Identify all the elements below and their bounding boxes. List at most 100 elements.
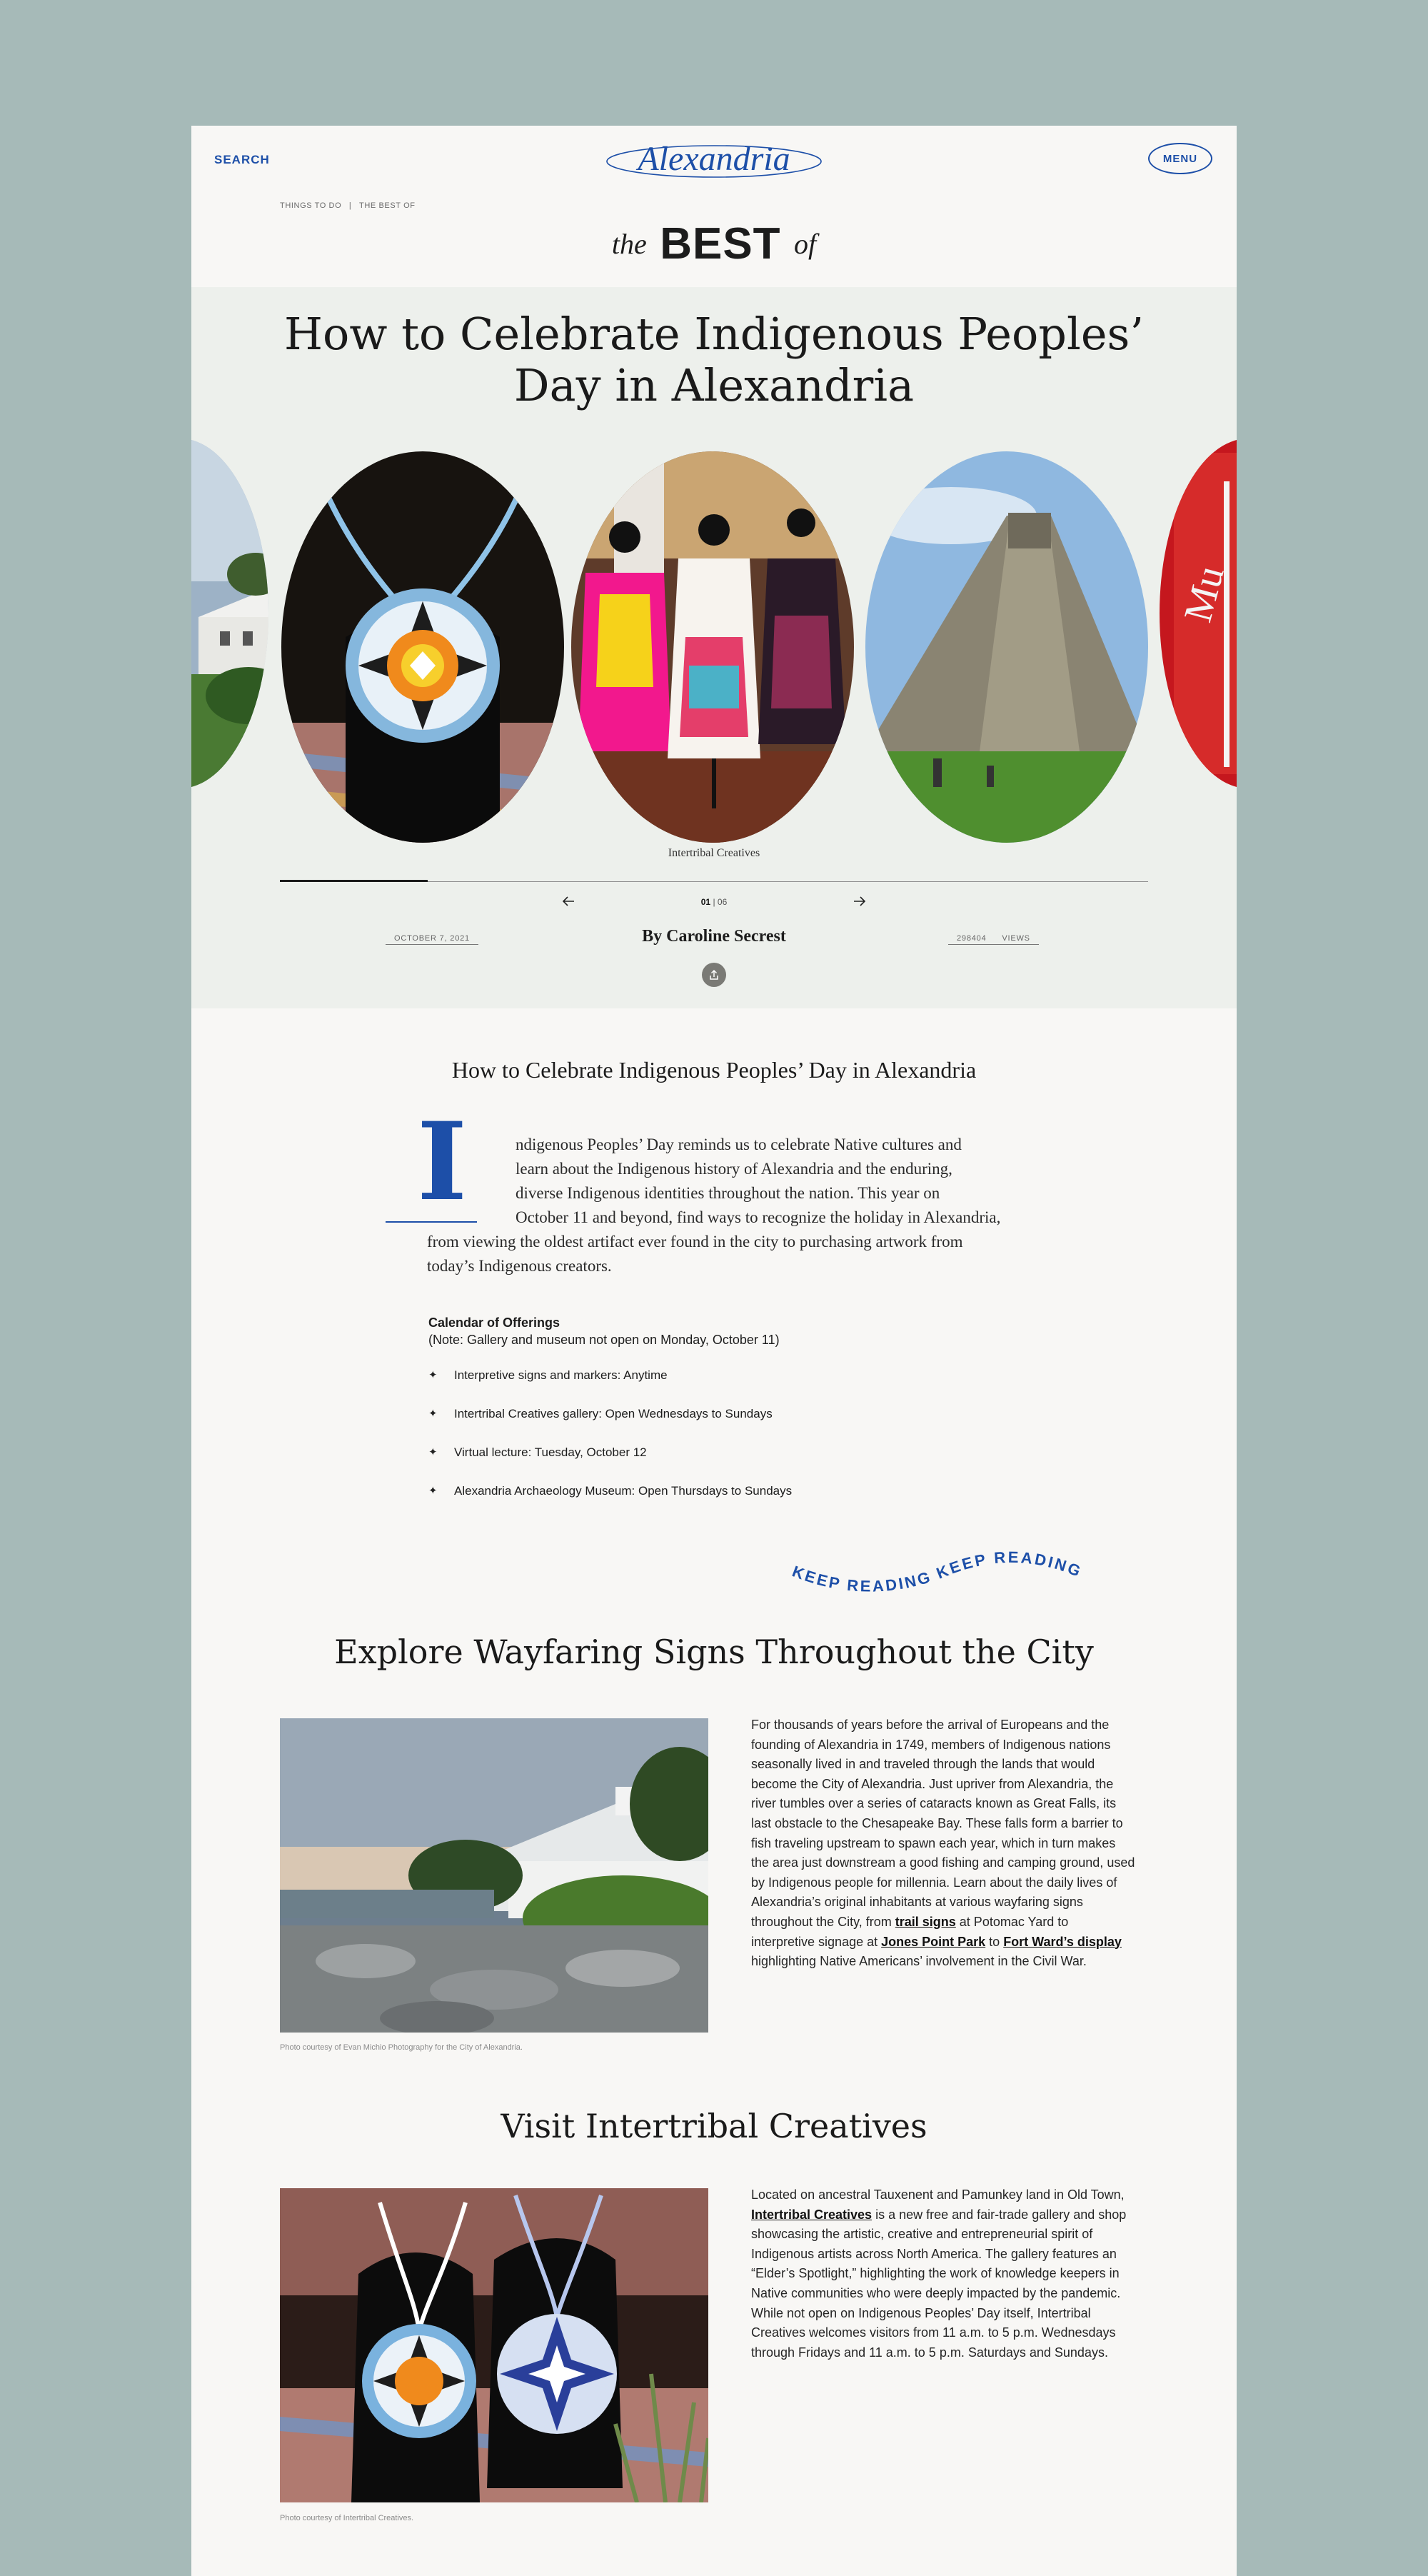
body-line: seasonally lived in and traveled through… bbox=[751, 1757, 1095, 1772]
body-line: highlighting Native Americans’ involveme… bbox=[751, 1954, 1087, 1969]
link-trail-signs[interactable]: trail signs bbox=[895, 1915, 956, 1929]
hero-section: How to Celebrate Indigenous Peoples’ Day… bbox=[191, 287, 1237, 1008]
search-link[interactable]: SEARCH bbox=[214, 153, 270, 167]
body-line: Indigenous artists across North America.… bbox=[751, 2246, 1117, 2261]
carousel-slide-lighthouse[interactable] bbox=[191, 438, 268, 788]
body-line: fish traveling upstream to spawn each ye… bbox=[751, 1835, 1116, 1850]
four-point-star-icon: ✦ bbox=[428, 1408, 438, 1420]
pager-current: 01 bbox=[700, 897, 711, 907]
offering-text: Virtual lecture: Tuesday, October 12 bbox=[454, 1445, 647, 1459]
carousel-slide-pyramid[interactable] bbox=[865, 451, 1148, 843]
author-byline: By Caroline Secrest bbox=[642, 927, 786, 946]
best-of-main: BEST bbox=[660, 219, 781, 269]
hero-title: How to Celebrate Indigenous Peoples’ Day… bbox=[277, 309, 1151, 411]
drop-cap: I bbox=[417, 1099, 468, 1225]
intro-line: learn about the Indigenous history of Al… bbox=[516, 1160, 952, 1178]
four-point-star-icon: ✦ bbox=[428, 1485, 438, 1497]
intro-line: from viewing the oldest artifact ever fo… bbox=[427, 1233, 963, 1251]
body-line: Located on ancestral Tauxenent and Pamun… bbox=[751, 2187, 1125, 2202]
body-line: For thousands of years before the arriva… bbox=[751, 1718, 1110, 1732]
best-of-post: of bbox=[794, 228, 817, 260]
section-body-wayfaring: For thousands of years before the arriva… bbox=[751, 1715, 1151, 1972]
hero-title-line: How to Celebrate Indigenous Peoples’ bbox=[283, 308, 1145, 360]
link-fort-ward-display[interactable]: Fort Ward’s display bbox=[1003, 1935, 1122, 1949]
offerings-list: ✦ Interpretive signs and markers: Anytime… bbox=[428, 1368, 792, 1523]
share-icon bbox=[710, 969, 718, 980]
keep-reading-text: KEEP READING KEEP READING bbox=[791, 1548, 1083, 1595]
body-line: founding of Alexandria in 1749, members … bbox=[751, 1737, 1111, 1752]
intro-line: diverse Indigenous identities throughout… bbox=[516, 1184, 940, 1202]
body-text: interpretive signage at bbox=[751, 1934, 882, 1949]
arrow-left-icon[interactable] bbox=[561, 894, 575, 908]
section-title-intertribal: Visit Intertribal Creatives bbox=[501, 2107, 927, 2145]
share-button[interactable] bbox=[702, 963, 726, 987]
carousel-caption: Intertribal Creatives bbox=[668, 847, 760, 859]
calendar-note: (Note: Gallery and museum not open on Mo… bbox=[428, 1333, 780, 1347]
body-line: river tumbles over a series of cataracts… bbox=[751, 1796, 1117, 1811]
drop-cap-underline bbox=[386, 1221, 477, 1223]
pager-total: 06 bbox=[717, 897, 728, 907]
breadcrumb: THINGS TO DO | THE BEST OF bbox=[280, 201, 416, 210]
intro-line: today’s Indigenous creators. bbox=[427, 1257, 612, 1275]
carousel-slide-necklace[interactable] bbox=[281, 451, 564, 843]
list-item: ✦ Interpretive signs and markers: Anytime bbox=[428, 1368, 792, 1407]
carousel-slide-intertribal-creatives[interactable] bbox=[571, 451, 854, 843]
offering-text: Interpretive signs and markers: Anytime bbox=[454, 1368, 668, 1382]
link-intertribal-creatives[interactable]: Intertribal Creatives bbox=[751, 2207, 872, 2222]
body-line: Alexandria’s original inhabitants at var… bbox=[751, 1895, 1083, 1910]
photo-jones-point-lighthouse bbox=[280, 1718, 708, 2033]
body-text: is a new free and fair-trade gallery and… bbox=[872, 2207, 1127, 2222]
intro-line: October 11 and beyond, find ways to reco… bbox=[516, 1208, 1001, 1226]
intro-line: ndigenous Peoples’ Day reminds us to cel… bbox=[516, 1136, 962, 1153]
body-line: interpretive signage at Jones Point Park… bbox=[751, 1933, 1151, 1953]
photo-intertribal-necklaces bbox=[280, 2188, 708, 2502]
page-container: SEARCH Alexandria MENU THINGS TO DO | TH… bbox=[191, 126, 1237, 2576]
body-line: throughout the City, from trail signs at… bbox=[751, 1913, 1151, 1933]
svg-text:Alexandria: Alexandria bbox=[635, 140, 790, 178]
photo-caption: Photo courtesy of Intertribal Creatives. bbox=[280, 2514, 414, 2522]
view-count-number: 298404 bbox=[957, 934, 987, 943]
pager-separator: | bbox=[713, 897, 715, 907]
best-of-pre: the bbox=[611, 228, 647, 260]
breadcrumb-best-of[interactable]: THE BEST OF bbox=[359, 201, 416, 210]
list-item: ✦ Virtual lecture: Tuesday, October 12 bbox=[428, 1445, 792, 1484]
section-title-wayfaring: Explore Wayfaring Signs Throughout the C… bbox=[334, 1633, 1094, 1671]
body-line: Creatives welcomes visitors from 11 a.m.… bbox=[751, 2325, 1116, 2340]
view-count: 298404 VIEWS bbox=[948, 934, 1039, 945]
alexandria-logo[interactable]: Alexandria bbox=[598, 130, 830, 190]
body-line: showcasing the artistic, creative and en… bbox=[751, 2227, 1093, 2242]
offering-text: Intertribal Creatives gallery: Open Wedn… bbox=[454, 1407, 773, 1420]
section-body-intertribal: Located on ancestral Tauxenent and Pamun… bbox=[751, 2185, 1151, 2362]
body-text: to bbox=[985, 1934, 1004, 1949]
body-line: Native communities who were deeply impac… bbox=[751, 2285, 1121, 2300]
breadcrumb-things-to-do[interactable]: THINGS TO DO bbox=[280, 201, 341, 210]
keep-reading-link[interactable]: KEEP READING KEEP READING bbox=[791, 1547, 1105, 1618]
best-of-heading: the BEST of bbox=[191, 219, 1237, 269]
menu-button[interactable]: MENU bbox=[1148, 143, 1212, 174]
body-text: at Potomac Yard to bbox=[955, 1914, 1069, 1929]
body-line: become the City of Alexandria. Just upri… bbox=[751, 1776, 1114, 1791]
carousel-pager: 01 | 06 bbox=[663, 897, 765, 907]
four-point-star-icon: ✦ bbox=[428, 1446, 438, 1458]
calendar-title: Calendar of Offerings bbox=[428, 1315, 560, 1330]
article-title: How to Celebrate Indigenous Peoples’ Day… bbox=[451, 1057, 977, 1083]
view-count-label: VIEWS bbox=[1002, 934, 1030, 943]
breadcrumb-separator: | bbox=[348, 201, 352, 210]
hero-title-line: Day in Alexandria bbox=[513, 359, 915, 411]
body-line: “Elder’s Spotlight,” highlighting the wo… bbox=[751, 2266, 1120, 2281]
body-line: the area just downstream a good fishing … bbox=[751, 1855, 1135, 1870]
body-line: While not open on Indigenous Peoples’ Da… bbox=[751, 2305, 1091, 2320]
body-line: Intertribal Creatives is a new free and … bbox=[751, 2205, 1151, 2225]
svg-text:KEEP READING KEEP READING: KEEP READING KEEP READING bbox=[791, 1548, 1085, 1595]
arrow-right-icon[interactable] bbox=[853, 894, 867, 908]
list-item: ✦ Alexandria Archaeology Museum: Open Thu… bbox=[428, 1484, 792, 1523]
body-text: throughout the City, from bbox=[751, 1914, 895, 1929]
carousel-progress-fill bbox=[280, 880, 428, 882]
link-jones-point-park[interactable]: Jones Point Park bbox=[881, 1935, 985, 1949]
four-point-star-icon: ✦ bbox=[428, 1369, 438, 1381]
carousel-slide-archaeology-museum[interactable]: Mu bbox=[1160, 438, 1237, 788]
photo-caption: Photo courtesy of Evan Michio Photograph… bbox=[280, 2043, 523, 2052]
body-line: through Fridays and 11 a.m. to 5 p.m. Sa… bbox=[751, 2345, 1108, 2360]
body-line: by Indigenous people for millennia. Lear… bbox=[751, 1875, 1117, 1890]
list-item: ✦ Intertribal Creatives gallery: Open Wed… bbox=[428, 1407, 792, 1445]
